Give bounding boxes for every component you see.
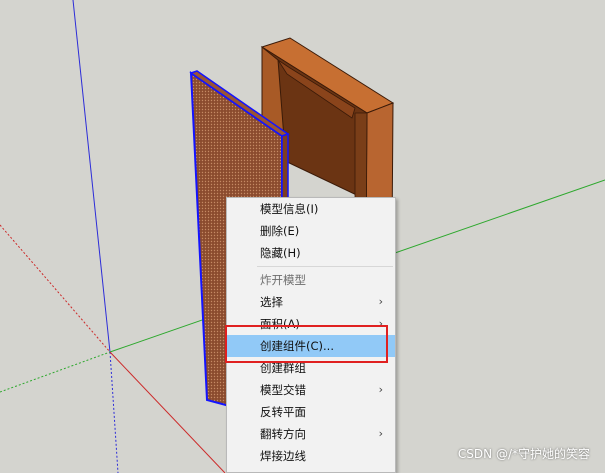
menu-item-delete[interactable]: 删除(E) (227, 220, 395, 242)
menu-item-intersect-label: 模型交错 (260, 383, 306, 397)
menu-item-select-label: 选择 (260, 295, 283, 309)
menu-item-flip-along-label: 翻转方向 (260, 427, 306, 441)
chevron-right-icon: › (378, 383, 383, 396)
blue-axis-line (72, 0, 111, 353)
chevron-right-icon: › (378, 295, 383, 308)
annotation-highlight-box (225, 325, 388, 363)
menu-item-flip-along[interactable]: 翻转方向 › (227, 423, 395, 445)
green-axis-dashed (0, 351, 111, 393)
menu-item-reverse-faces[interactable]: 反转平面 (227, 401, 395, 423)
menu-item-explode-model: 炸开模型 (260, 273, 306, 287)
menu-item-model-info[interactable]: 模型信息(I) (227, 198, 395, 220)
chevron-right-icon: › (378, 427, 383, 440)
red-axis-dashed (0, 224, 111, 353)
menu-item-weld-edges[interactable]: 焊接边线 (227, 445, 395, 467)
menu-item-select[interactable]: 选择 › (227, 291, 395, 313)
menu-item-hide[interactable]: 隐藏(H) (227, 242, 395, 264)
blue-axis-dashed (109, 351, 119, 473)
watermark-text: CSDN @/*守护她的笑容 (457, 447, 590, 461)
menu-separator (257, 266, 393, 267)
menu-item-intersect[interactable]: 模型交错 › (227, 379, 395, 401)
